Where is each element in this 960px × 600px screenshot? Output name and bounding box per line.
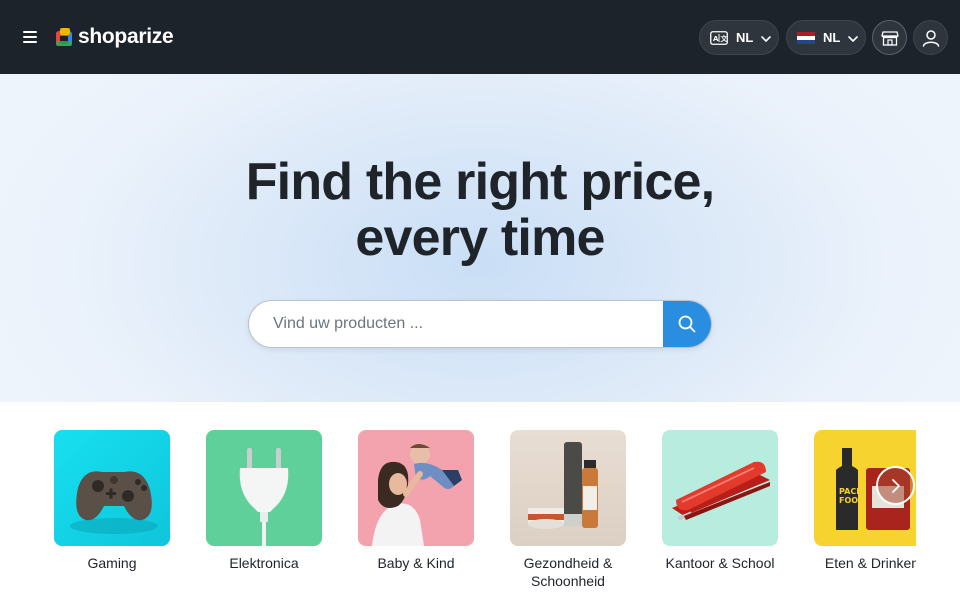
category-label: Kantoor & School: [665, 555, 775, 571]
shoparize-logo-icon: [54, 27, 74, 47]
translate-icon: A 文: [710, 30, 729, 45]
category-track: Gaming Elektronica Baby & Kind Gezondhei…: [54, 430, 916, 600]
user-icon: [921, 28, 941, 48]
chevron-down-icon: [761, 30, 772, 45]
svg-text:A: A: [713, 35, 719, 43]
category-label: Eten & Drinken: [824, 555, 916, 571]
country-selector[interactable]: NL: [786, 20, 866, 55]
brand-logo[interactable]: shoparize: [54, 25, 174, 49]
search-icon: [677, 314, 697, 334]
category-item-elektronica[interactable]: Elektronica: [206, 430, 322, 572]
brand-name: shoparize: [78, 25, 174, 48]
stapler-image: [662, 430, 778, 546]
category-item-gaming[interactable]: Gaming: [54, 430, 170, 572]
hero-section: Find the right price, every time: [0, 74, 960, 402]
category-label: Gezondheid & Schoonheid: [523, 555, 613, 589]
mother-baby-image: [358, 430, 474, 546]
category-item-baby-kind[interactable]: Baby & Kind: [358, 430, 474, 572]
category-item-gezondheid-schoonheid[interactable]: Gezondheid & Schoonheid: [510, 430, 626, 590]
search-input[interactable]: [249, 301, 665, 347]
hero-title-line1: Find the right price,: [245, 153, 715, 211]
category-label: Gaming: [87, 555, 137, 571]
category-carousel: Gaming Elektronica Baby & Kind Gezondhei…: [0, 402, 960, 600]
category-item-kantoor-school[interactable]: Kantoor & School: [662, 430, 778, 572]
account-button[interactable]: [913, 20, 948, 55]
top-navbar: shoparize A 文 NL NL: [0, 0, 960, 74]
category-label: Elektronica: [229, 555, 299, 571]
country-label: NL: [823, 30, 841, 45]
search-bar: [248, 300, 712, 348]
svg-text:FOOD: FOOD: [839, 496, 865, 505]
hero-title-line2: every time: [355, 209, 605, 267]
chevron-down-icon: [848, 30, 859, 45]
svg-text:PACK: PACK: [839, 487, 863, 496]
svg-text:文: 文: [721, 34, 729, 43]
store-icon: [880, 29, 899, 47]
game-controller-image: [54, 430, 170, 546]
carousel-next-button[interactable]: [876, 466, 915, 505]
cosmetics-image: [510, 430, 626, 546]
category-label: Baby & Kind: [377, 555, 455, 571]
store-button[interactable]: [872, 20, 907, 55]
hamburger-menu-icon[interactable]: [20, 27, 40, 47]
power-plug-image: [206, 430, 322, 546]
search-button[interactable]: [663, 301, 711, 347]
language-label: NL: [736, 30, 754, 45]
netherlands-flag-icon: [797, 31, 815, 44]
hero-title: Find the right price, every time: [0, 154, 960, 266]
language-selector[interactable]: A 文 NL: [699, 20, 779, 55]
chevron-right-icon: [890, 478, 902, 494]
